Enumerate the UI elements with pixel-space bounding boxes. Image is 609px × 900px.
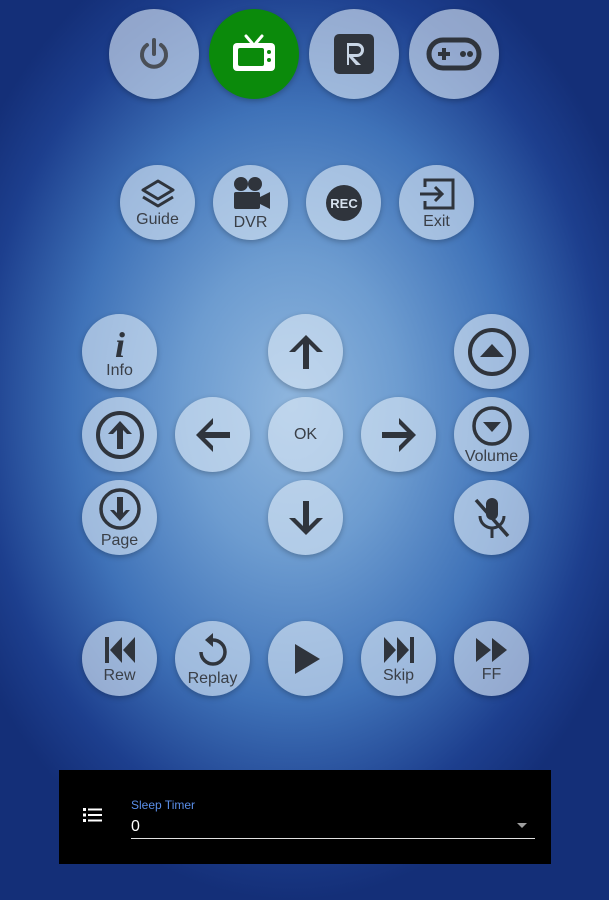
exit-icon xyxy=(419,178,454,209)
arrow-down-circle-icon xyxy=(98,487,141,530)
page-label: Page xyxy=(100,531,139,549)
up-button[interactable] xyxy=(268,314,343,389)
play-button[interactable] xyxy=(268,621,343,696)
skip-previous-icon xyxy=(104,636,135,663)
play-icon xyxy=(294,643,320,674)
layers-icon xyxy=(141,179,174,207)
dropdown-arrow-icon[interactable] xyxy=(517,823,527,828)
ok-label: OK xyxy=(293,425,318,443)
sleep-timer-select[interactable]: 0 xyxy=(131,818,140,836)
rec-icon: REC xyxy=(325,184,362,221)
rec-button[interactable]: REC xyxy=(306,165,381,240)
microphone-off-icon xyxy=(474,497,509,538)
arrow-right-icon xyxy=(381,417,416,452)
triangle-down-circle-icon xyxy=(471,405,512,446)
exit-button[interactable]: Exit xyxy=(399,165,474,240)
arrow-down-icon xyxy=(288,500,323,535)
down-button[interactable] xyxy=(268,480,343,555)
svg-text:i: i xyxy=(114,325,124,361)
right-button[interactable] xyxy=(361,397,436,472)
guide-label: Guide xyxy=(136,210,179,228)
skip-button[interactable]: Skip xyxy=(361,621,436,696)
ok-button[interactable]: OK xyxy=(268,397,343,472)
rewind-button[interactable]: Rew xyxy=(82,621,157,696)
replay-button[interactable]: Replay xyxy=(175,621,250,696)
sleep-timer-label: Sleep Timer xyxy=(131,798,196,812)
list-icon xyxy=(83,808,102,822)
page-up-button[interactable] xyxy=(82,397,157,472)
arrow-left-icon xyxy=(195,417,230,452)
arrow-up-circle-icon xyxy=(95,410,144,459)
roku-button[interactable] xyxy=(309,9,399,99)
tv-button[interactable] xyxy=(209,9,299,99)
rew-label: Rew xyxy=(103,666,136,684)
video-camera-icon xyxy=(233,176,270,209)
arrow-up-icon xyxy=(288,334,323,369)
fast-forward-icon xyxy=(475,637,507,662)
sleep-timer-panel: Sleep Timer 0 xyxy=(59,770,551,864)
power-icon xyxy=(140,38,168,69)
left-button[interactable] xyxy=(175,397,250,472)
fast-forward-button[interactable]: FF xyxy=(454,621,529,696)
dvr-label: DVR xyxy=(233,213,268,231)
roku-r-icon xyxy=(334,34,374,74)
triangle-up-circle-icon xyxy=(467,327,516,376)
info-label: Info xyxy=(106,361,133,379)
info-button[interactable]: i Info xyxy=(82,314,157,389)
volume-label: Volume xyxy=(464,447,519,465)
power-button[interactable] xyxy=(109,9,199,99)
gamepad-icon xyxy=(426,37,482,71)
skip-label: Skip xyxy=(382,666,415,684)
page-down-button[interactable]: Page xyxy=(82,480,157,555)
sleep-timer-underline xyxy=(131,838,535,839)
skip-next-icon xyxy=(383,636,414,663)
info-icon: i xyxy=(114,325,124,361)
rec-text: REC xyxy=(330,196,358,211)
gamepad-button[interactable] xyxy=(409,9,499,99)
replay-icon xyxy=(198,632,227,666)
mute-button[interactable] xyxy=(454,480,529,555)
ff-label: FF xyxy=(481,665,502,683)
tv-icon xyxy=(233,34,275,71)
volume-down-button[interactable]: Volume xyxy=(454,397,529,472)
replay-label: Replay xyxy=(187,669,238,687)
volume-up-button[interactable] xyxy=(454,314,529,389)
exit-label: Exit xyxy=(423,212,450,230)
dvr-button[interactable]: DVR xyxy=(213,165,288,240)
guide-button[interactable]: Guide xyxy=(120,165,195,240)
